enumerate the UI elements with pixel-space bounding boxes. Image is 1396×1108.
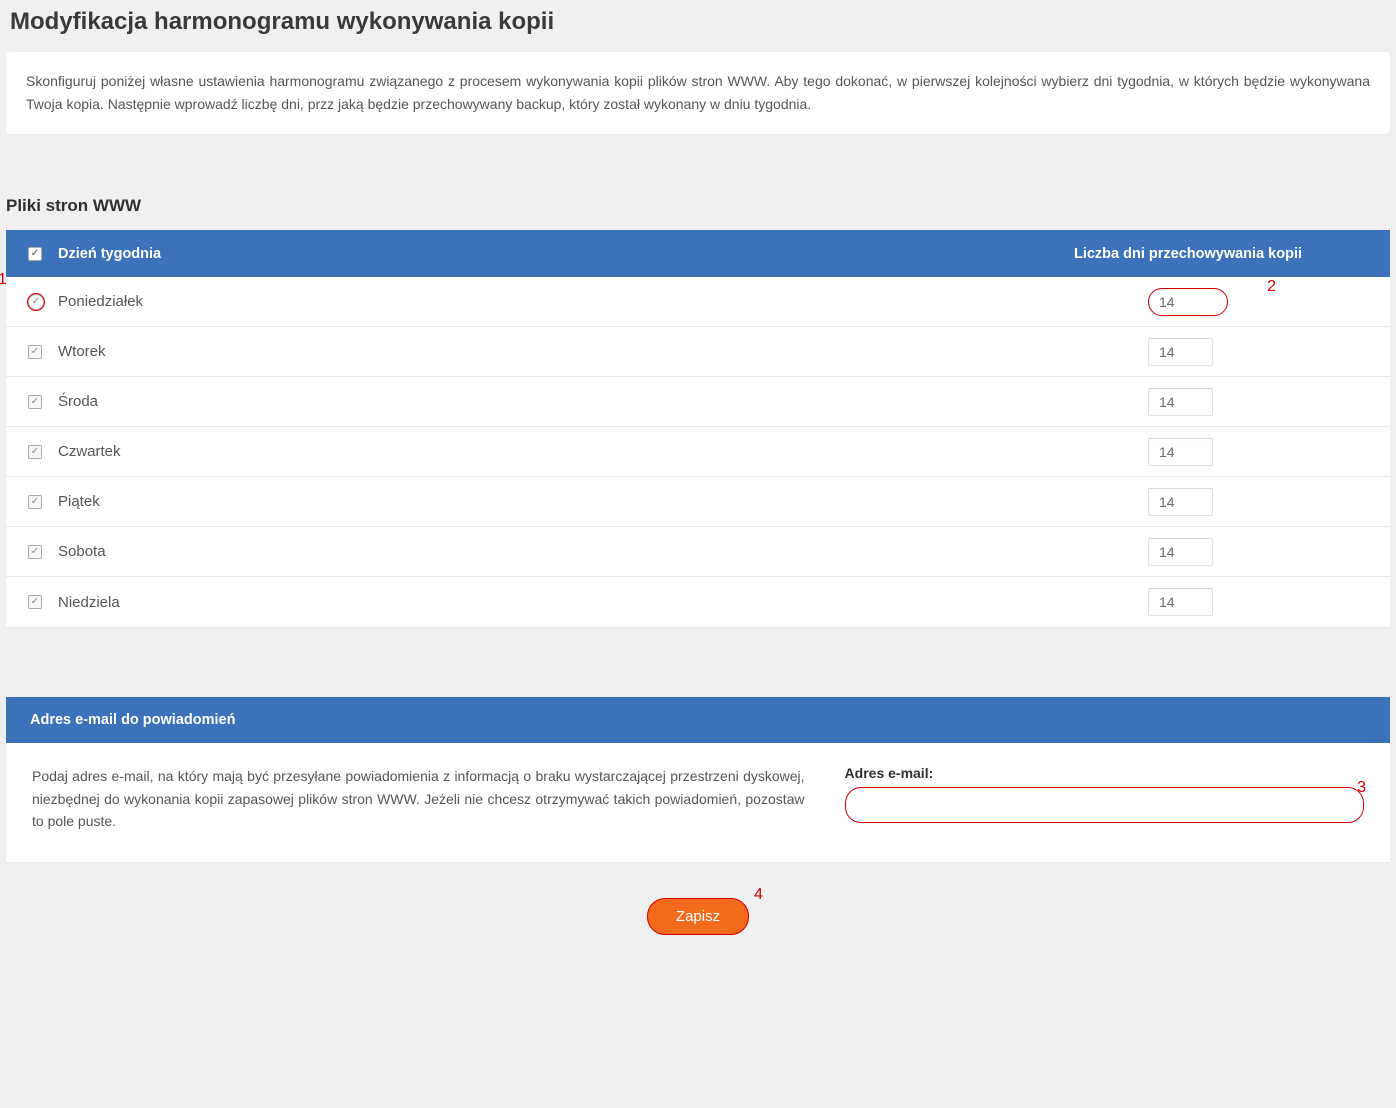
- schedule-table: ✓ Dzień tygodnia Liczba dni przechowywan…: [6, 230, 1390, 627]
- day-label: Środa: [58, 393, 1148, 410]
- save-button[interactable]: Zapisz: [647, 898, 749, 935]
- day-checkbox-poniedzialek[interactable]: ✓: [28, 294, 44, 310]
- day-checkbox-piatek[interactable]: ✓: [28, 495, 42, 509]
- days-input-piatek[interactable]: [1148, 488, 1213, 516]
- table-row: 1 ✓ Poniedziałek 2: [6, 277, 1390, 327]
- day-label: Wtorek: [58, 343, 1148, 360]
- days-input-czwartek[interactable]: [1148, 438, 1213, 466]
- days-input-sroda[interactable]: [1148, 388, 1213, 416]
- select-all-checkbox[interactable]: ✓: [28, 247, 42, 261]
- day-label: Poniedziałek: [58, 293, 1148, 310]
- day-checkbox-sroda[interactable]: ✓: [28, 395, 42, 409]
- table-row: ✓ Czwartek: [6, 427, 1390, 477]
- day-checkbox-wtorek[interactable]: ✓: [28, 345, 42, 359]
- page-title: Modyfikacja harmonogramu wykonywania kop…: [0, 0, 1396, 52]
- table-row: ✓ Sobota: [6, 527, 1390, 577]
- email-input[interactable]: [845, 787, 1364, 823]
- email-description: Podaj adres e-mail, na który mają być pr…: [32, 765, 805, 832]
- table-row: ✓ Niedziela: [6, 577, 1390, 627]
- annotation-4: 4: [754, 886, 763, 904]
- header-days-keep: Liczba dni przechowywania kopii: [1008, 246, 1368, 262]
- save-button-wrap: 4 Zapisz: [0, 862, 1396, 955]
- header-day: Dzień tygodnia: [58, 246, 1008, 262]
- email-header: Adres e-mail do powiadomień: [6, 697, 1390, 743]
- day-checkbox-czwartek[interactable]: ✓: [28, 445, 42, 459]
- table-row: ✓ Środa: [6, 377, 1390, 427]
- annotation-1: 1: [0, 271, 7, 289]
- day-checkbox-sobota[interactable]: ✓: [28, 545, 42, 559]
- section-title: Pliki stron WWW: [0, 150, 1396, 230]
- annotation-3: 3: [1357, 779, 1366, 797]
- table-header: ✓ Dzień tygodnia Liczba dni przechowywan…: [6, 230, 1390, 277]
- description-card: Skonfiguruj poniżej własne ustawienia ha…: [6, 52, 1390, 134]
- table-row: ✓ Wtorek: [6, 327, 1390, 377]
- email-label: Adres e-mail:: [845, 765, 1364, 781]
- annotation-2: 2: [1267, 278, 1276, 296]
- day-label: Piątek: [58, 493, 1148, 510]
- email-notification-card: Adres e-mail do powiadomień Podaj adres …: [6, 697, 1390, 862]
- table-row: ✓ Piątek: [6, 477, 1390, 527]
- description-text: Skonfiguruj poniżej własne ustawienia ha…: [26, 70, 1370, 116]
- days-input-wtorek[interactable]: [1148, 338, 1213, 366]
- day-label: Czwartek: [58, 443, 1148, 460]
- days-input-sobota[interactable]: [1148, 538, 1213, 566]
- day-checkbox-niedziela[interactable]: ✓: [28, 595, 42, 609]
- days-input-niedziela[interactable]: [1148, 588, 1213, 616]
- day-label: Niedziela: [58, 594, 1148, 611]
- days-input-poniedzialek[interactable]: [1148, 288, 1228, 316]
- day-label: Sobota: [58, 543, 1148, 560]
